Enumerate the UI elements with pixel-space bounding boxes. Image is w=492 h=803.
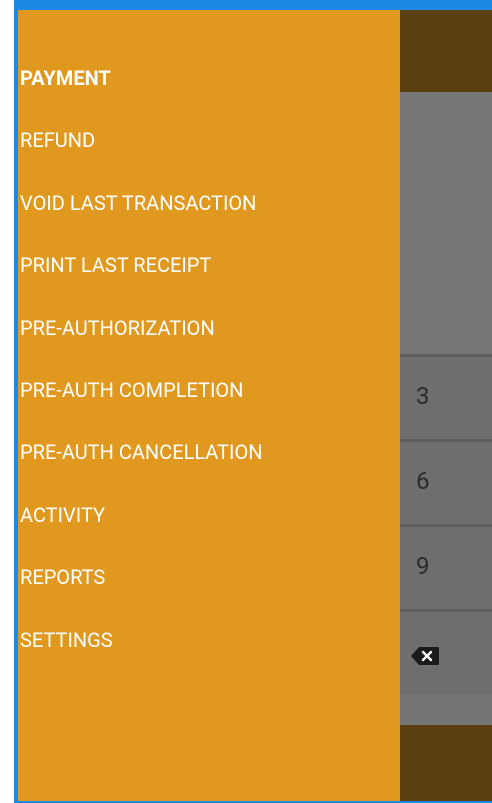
key-3[interactable]: 3 — [416, 381, 430, 411]
navigation-drawer: PAYMENT REFUND VOID LAST TRANSACTION PRI… — [18, 10, 400, 801]
menu-item-pre-authorization[interactable]: PRE-AUTHORIZATION — [20, 308, 390, 348]
menu-item-pre-auth-cancellation[interactable]: PRE-AUTH CANCELLATION — [20, 432, 390, 472]
menu-item-payment[interactable]: PAYMENT — [20, 58, 390, 98]
menu-item-refund[interactable]: REFUND — [20, 120, 390, 160]
backspace-icon[interactable] — [410, 646, 440, 666]
key-6[interactable]: 6 — [416, 466, 430, 496]
menu-item-print-last-receipt[interactable]: PRINT LAST RECEIPT — [20, 245, 390, 285]
menu-item-activity[interactable]: ACTIVITY — [20, 495, 390, 535]
menu-item-settings[interactable]: SETTINGS — [20, 620, 390, 660]
key-9[interactable]: 9 — [416, 551, 430, 581]
menu-item-void-last-transaction[interactable]: VOID LAST TRANSACTION — [20, 183, 390, 223]
menu-item-pre-auth-completion[interactable]: PRE-AUTH COMPLETION — [20, 370, 390, 410]
app-screen: 3 6 9 PAYMENT REFUND VOID LAST TRANSACTI… — [18, 10, 492, 801]
menu-item-reports[interactable]: REPORTS — [20, 557, 390, 597]
